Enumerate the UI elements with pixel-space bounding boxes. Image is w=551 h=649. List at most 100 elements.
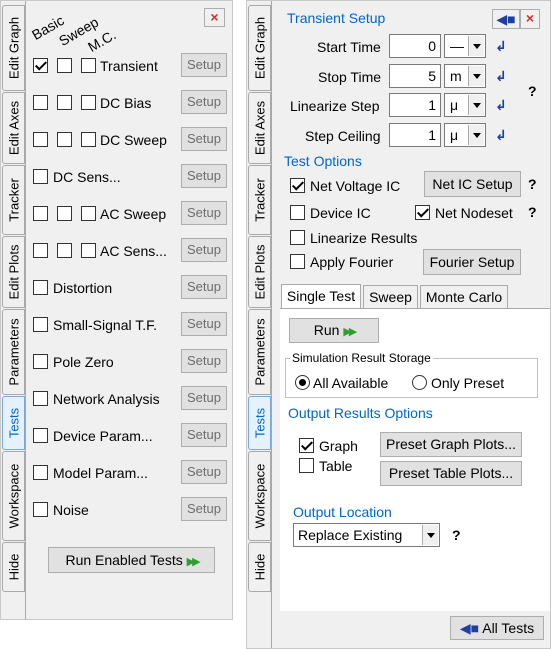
setup-button[interactable]: Setup bbox=[181, 312, 227, 336]
tab-tracker[interactable]: Tracker bbox=[248, 165, 271, 235]
basic-checkbox[interactable] bbox=[33, 243, 48, 258]
net-ic-setup-button[interactable]: Net IC Setup bbox=[424, 171, 521, 197]
tab-single-test[interactable]: Single Test bbox=[281, 284, 361, 309]
sweep-checkbox[interactable] bbox=[57, 206, 72, 221]
step-ceiling-input[interactable]: 1 bbox=[389, 123, 441, 147]
test-name-label: Transient bbox=[100, 58, 158, 74]
run-label: Run bbox=[313, 322, 340, 338]
tab-sweep[interactable]: Sweep bbox=[363, 285, 418, 309]
step-ceiling-unit-select[interactable]: μ bbox=[444, 123, 486, 147]
table-checkbox[interactable] bbox=[299, 458, 314, 473]
run-button[interactable]: Run ▶▶ bbox=[289, 318, 379, 343]
linearize-step-input[interactable]: 1 bbox=[389, 93, 441, 117]
setup-button[interactable]: Setup bbox=[181, 53, 227, 77]
mc-checkbox[interactable] bbox=[81, 243, 96, 258]
start-time-input[interactable]: 0 bbox=[389, 34, 441, 58]
basic-checkbox[interactable] bbox=[33, 317, 48, 332]
unit-value: μ bbox=[450, 97, 459, 113]
tab-hide[interactable]: Hide bbox=[2, 542, 25, 592]
setup-button[interactable]: Setup bbox=[181, 127, 227, 151]
basic-checkbox[interactable] bbox=[33, 206, 48, 221]
run-enabled-tests-button[interactable]: Run Enabled Tests ▶▶ bbox=[48, 547, 215, 573]
tab-label: Hide bbox=[252, 553, 267, 581]
close-button[interactable]: × bbox=[520, 9, 540, 29]
table-label: Table bbox=[319, 458, 353, 474]
basic-checkbox[interactable] bbox=[33, 428, 48, 443]
right-vertical-tabs: Edit Graph Edit Axes Tracker Edit Plots … bbox=[247, 1, 272, 648]
basic-checkbox[interactable] bbox=[33, 132, 48, 147]
apply-fourier-checkbox[interactable] bbox=[290, 254, 305, 269]
net-nodeset-help-button[interactable]: ? bbox=[528, 204, 537, 220]
only-preset-label: Only Preset bbox=[431, 375, 505, 391]
basic-checkbox[interactable] bbox=[33, 502, 48, 517]
mc-checkbox[interactable] bbox=[81, 206, 96, 221]
mc-checkbox[interactable] bbox=[81, 58, 96, 73]
preset-table-plots-button[interactable]: Preset Table Plots... bbox=[380, 461, 522, 486]
sweep-checkbox[interactable] bbox=[57, 243, 72, 258]
tab-edit-axes[interactable]: Edit Axes bbox=[248, 92, 271, 164]
output-location-select[interactable]: Replace Existing bbox=[293, 523, 440, 547]
tab-edit-plots[interactable]: Edit Plots bbox=[248, 236, 271, 308]
setup-button[interactable]: Setup bbox=[181, 164, 227, 188]
tab-monte-carlo[interactable]: Monte Carlo bbox=[420, 285, 508, 309]
only-preset-radio[interactable] bbox=[412, 375, 427, 390]
stop-time-unit-select[interactable]: m bbox=[444, 64, 486, 88]
basic-checkbox[interactable] bbox=[33, 169, 48, 184]
sweep-checkbox[interactable] bbox=[57, 95, 72, 110]
net-ic-help-button[interactable]: ? bbox=[528, 176, 537, 192]
setup-button[interactable]: Setup bbox=[181, 497, 227, 521]
device-ic-checkbox[interactable] bbox=[290, 205, 305, 220]
test-name-label: AC Sweep bbox=[100, 206, 167, 222]
transient-help-button[interactable]: ? bbox=[528, 83, 537, 99]
basic-checkbox[interactable] bbox=[33, 58, 48, 73]
setup-button[interactable]: Setup bbox=[181, 423, 227, 447]
basic-checkbox[interactable] bbox=[33, 280, 48, 295]
setup-button[interactable]: Setup bbox=[181, 275, 227, 299]
setup-button[interactable]: Setup bbox=[181, 238, 227, 262]
back-button[interactable]: ◀■ bbox=[492, 9, 520, 29]
fourier-setup-button[interactable]: Fourier Setup bbox=[423, 249, 521, 275]
basic-checkbox[interactable] bbox=[33, 95, 48, 110]
setup-button[interactable]: Setup bbox=[181, 201, 227, 225]
linearize-step-unit-select[interactable]: μ bbox=[444, 93, 486, 117]
start-time-unit-select[interactable]: — bbox=[444, 34, 486, 58]
output-results-title: Output Results Options bbox=[288, 405, 433, 421]
enter-icon[interactable]: ↲ bbox=[495, 97, 507, 114]
basic-checkbox[interactable] bbox=[33, 354, 48, 369]
basic-checkbox[interactable] bbox=[33, 465, 48, 480]
setup-button[interactable]: Setup bbox=[181, 90, 227, 114]
tab-tests[interactable]: Tests bbox=[248, 396, 271, 450]
unit-value: m bbox=[450, 68, 462, 84]
net-voltage-ic-checkbox[interactable] bbox=[290, 178, 305, 193]
chevron-down-icon bbox=[468, 95, 484, 115]
chevron-down-icon bbox=[468, 125, 484, 145]
tab-parameters[interactable]: Parameters bbox=[248, 309, 271, 395]
sweep-checkbox[interactable] bbox=[57, 132, 72, 147]
stop-time-input[interactable]: 5 bbox=[389, 64, 441, 88]
tab-label: Parameters bbox=[252, 318, 267, 386]
preset-graph-plots-button[interactable]: Preset Graph Plots... bbox=[380, 432, 522, 457]
linearize-results-checkbox[interactable] bbox=[290, 230, 305, 245]
mc-checkbox[interactable] bbox=[81, 132, 96, 147]
basic-checkbox[interactable] bbox=[33, 391, 48, 406]
tab-hide[interactable]: Hide bbox=[248, 542, 271, 592]
setup-button[interactable]: Setup bbox=[181, 386, 227, 410]
test-name-label: DC Sweep bbox=[100, 132, 167, 148]
close-button[interactable]: × bbox=[204, 8, 225, 27]
test-name-label: Distortion bbox=[53, 280, 113, 296]
output-location-help-button[interactable]: ? bbox=[452, 527, 461, 543]
test-name-label: Device Param... bbox=[53, 428, 153, 444]
tab-edit-graph[interactable]: Edit Graph bbox=[248, 5, 271, 91]
enter-icon[interactable]: ↲ bbox=[495, 127, 507, 144]
enter-icon[interactable]: ↲ bbox=[495, 38, 507, 55]
setup-button[interactable]: Setup bbox=[181, 349, 227, 373]
tab-workspace[interactable]: Workspace bbox=[248, 451, 271, 541]
all-tests-button[interactable]: ◀■ All Tests bbox=[450, 616, 544, 640]
sweep-checkbox[interactable] bbox=[57, 58, 72, 73]
enter-icon[interactable]: ↲ bbox=[495, 68, 507, 85]
net-nodeset-checkbox[interactable] bbox=[415, 205, 430, 220]
mc-checkbox[interactable] bbox=[81, 95, 96, 110]
graph-checkbox[interactable] bbox=[299, 438, 314, 453]
all-available-radio[interactable] bbox=[295, 375, 310, 390]
setup-button[interactable]: Setup bbox=[181, 460, 227, 484]
